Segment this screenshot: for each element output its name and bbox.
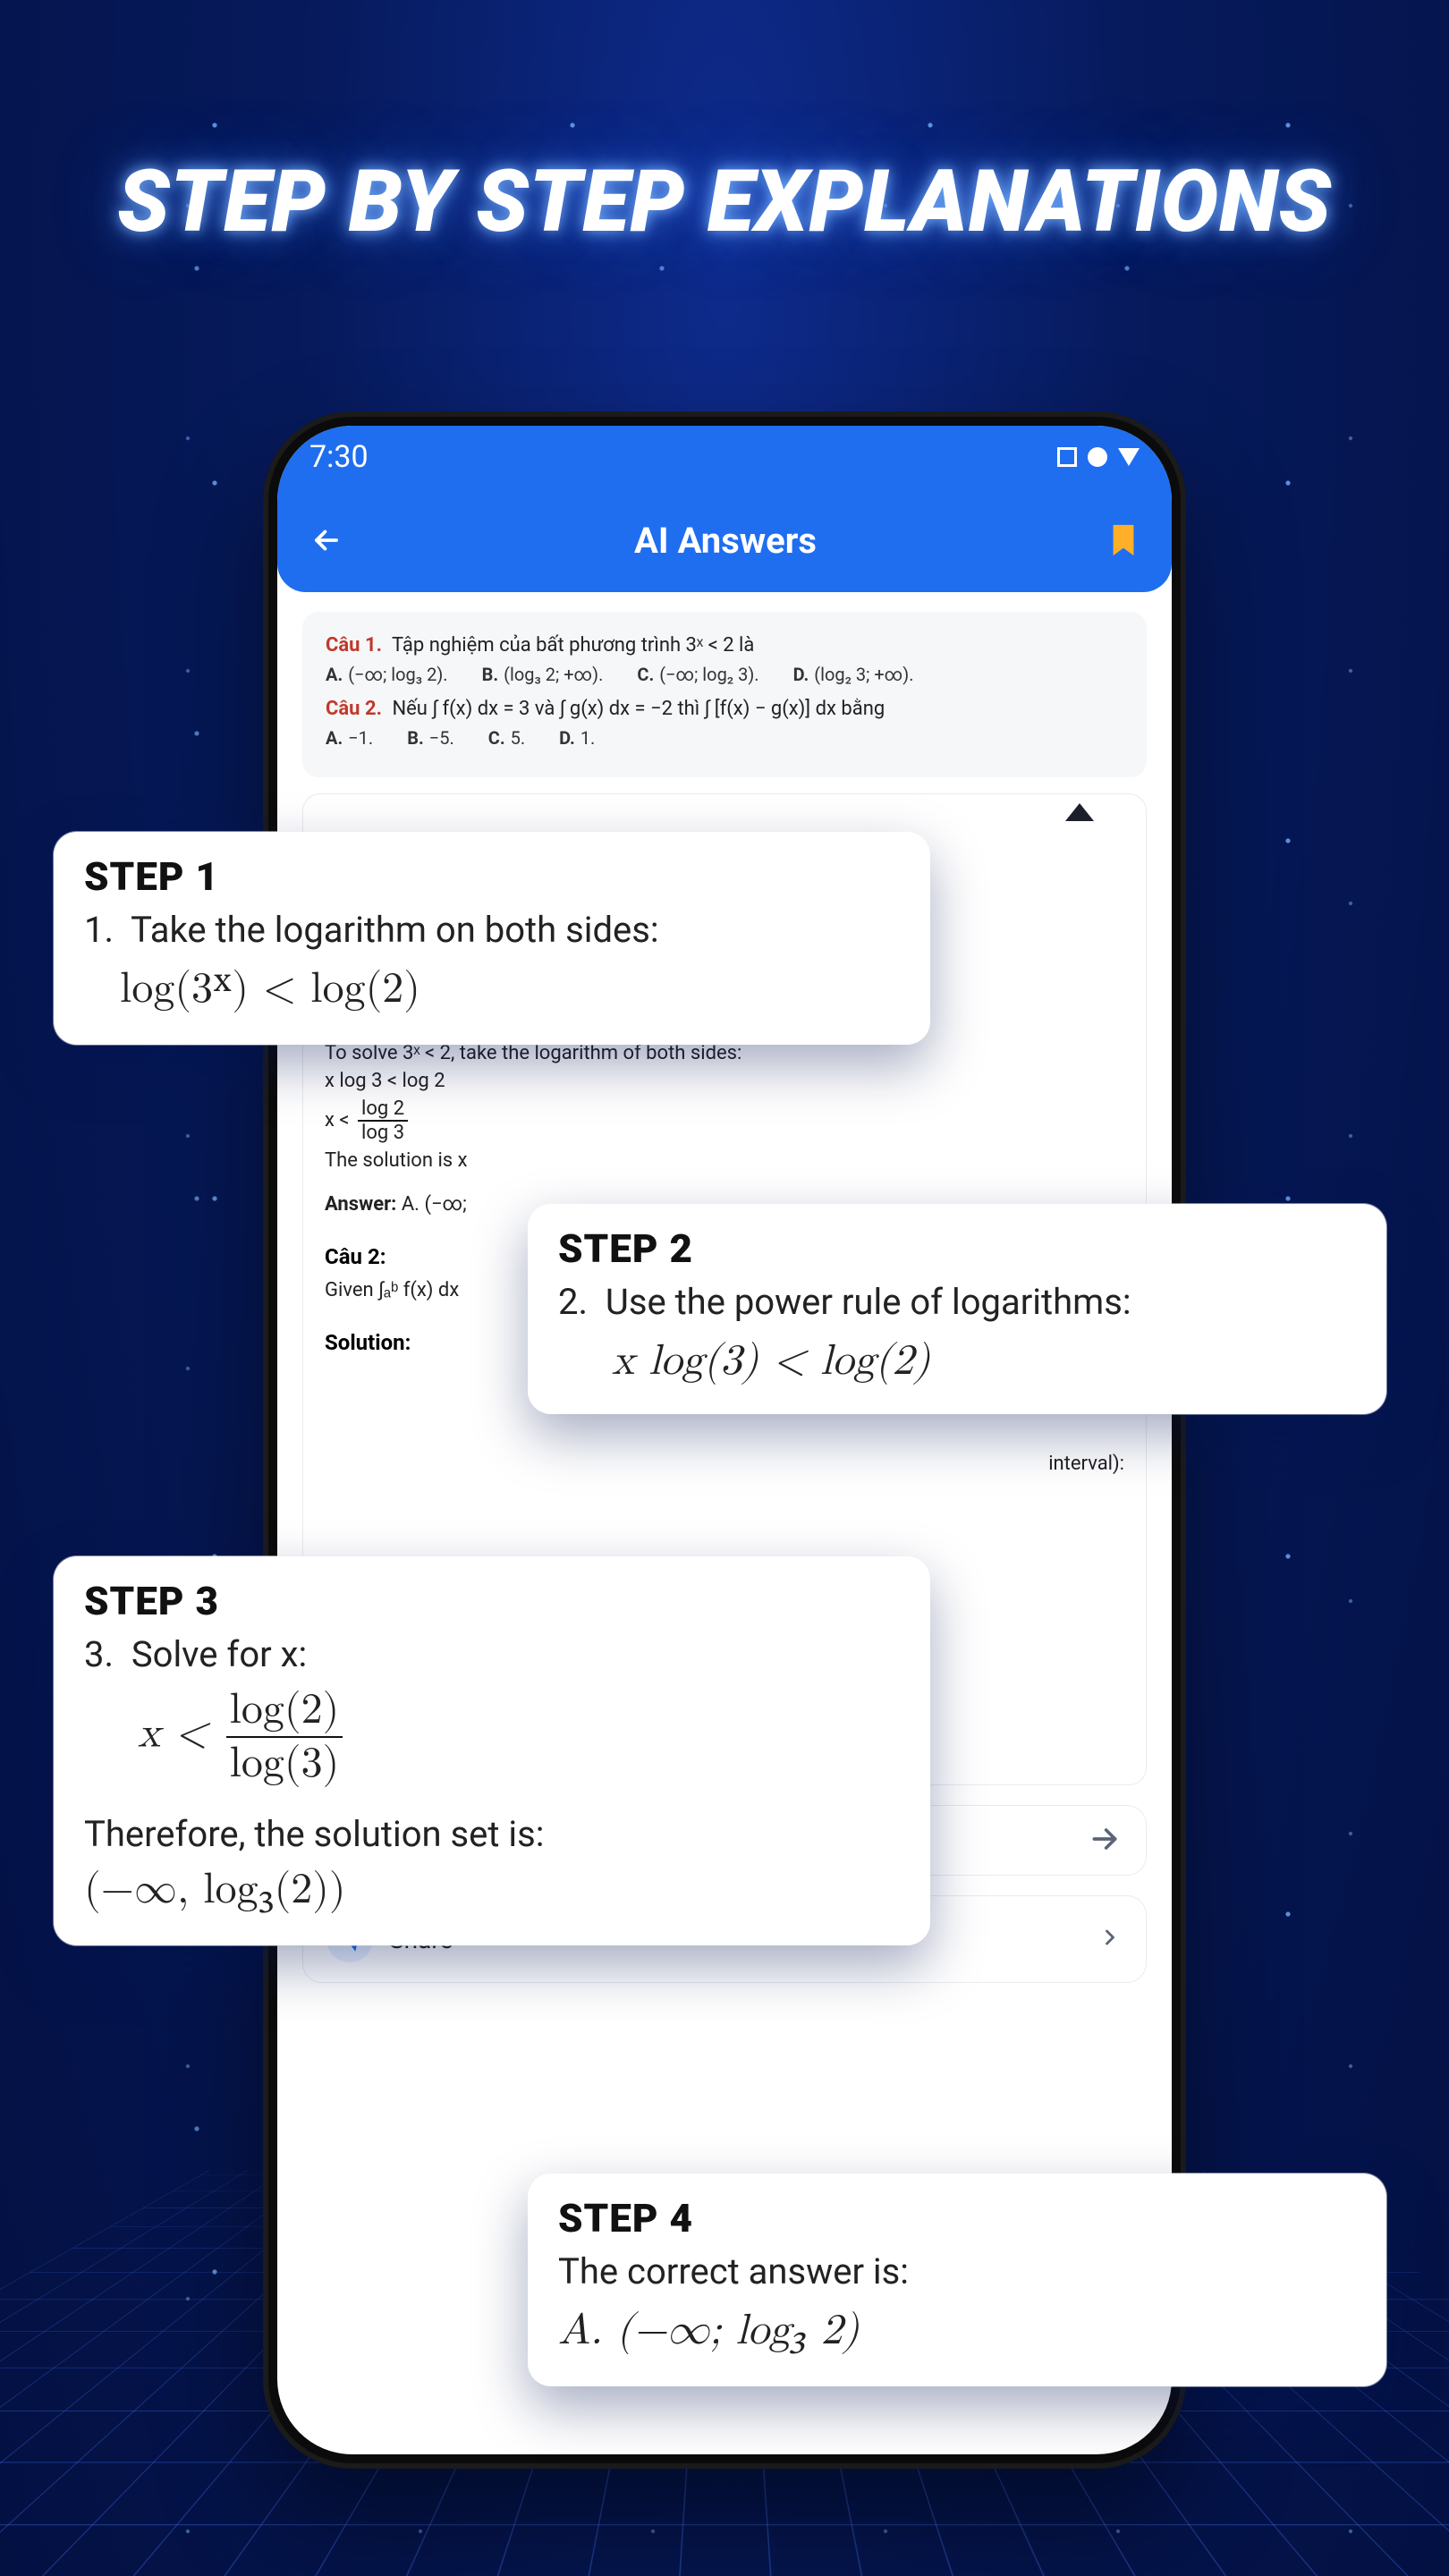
q1-opt-c: C.(−∞; log₂ 3). — [637, 664, 758, 685]
question-2-options: A.−1. B.−5. C.5. D.1. — [326, 727, 1123, 749]
q1-opt-a-text: (−∞; log₃ 2). — [348, 664, 447, 685]
q2-opt-c: C.5. — [488, 727, 525, 749]
sol-frac-bot: log 3 — [358, 1122, 408, 1144]
step-2-title: STEP 2 — [558, 1225, 1356, 1272]
step-2-num: 2. — [558, 1281, 588, 1323]
fraction-icon: log(2) log(3) — [223, 1684, 347, 1790]
q2-opt-a: A.−1. — [326, 727, 373, 749]
phone-screen: 7:30 AI Answers Câu 1. Tập nghiệm — [277, 426, 1172, 2454]
sol-line-4: The solution is x — [325, 1149, 1124, 1172]
sol-line-3: x < log 2 log 3 — [325, 1097, 1124, 1144]
q2-opt-d: D.1. — [559, 727, 595, 749]
q2-opt-b-text: −5. — [429, 727, 454, 749]
phone-mockup: 7:30 AI Answers Câu 1. Tập nghiệm — [263, 411, 1186, 2469]
home-icon — [1088, 447, 1107, 467]
q2-opt-a-text: −1. — [348, 727, 373, 749]
step-card-2: STEP 2 2. Use the power rule of logarith… — [528, 1204, 1386, 1414]
sol-q2-note: interval): — [325, 1453, 1124, 1475]
step-card-1: STEP 1 1. Take the logarithm on both sid… — [54, 832, 930, 1045]
step-card-3: STEP 3 3. Solve for x: x < log(2) log(3)… — [54, 1556, 930, 1945]
sol-answer-value: A. (−∞; — [402, 1193, 467, 1216]
status-icons — [1057, 447, 1140, 467]
step-3-title: STEP 3 — [84, 1578, 900, 1624]
q1-opt-b: B.(log₃ 2; +∞). — [482, 664, 604, 685]
question-2-text: Nếu ∫ f(x) dx = 3 và ∫ g(x) dx = −2 thì … — [392, 698, 885, 720]
q2-opt-b: B.−5. — [407, 727, 454, 749]
app-bar: AI Answers — [277, 488, 1172, 592]
step-3-frac-bot: log(3) — [226, 1738, 343, 1790]
step-3-result: (−∞, log₃(2)) — [84, 1864, 900, 1919]
q1-opt-d-text: (log₂ 3; +∞). — [814, 664, 913, 685]
sol-line-3-prefix: x < — [325, 1109, 354, 1131]
recent-apps-icon — [1057, 447, 1077, 467]
bookmark-icon — [1107, 522, 1140, 558]
page-headline: STEP BY STEP EXPLANATIONS — [0, 152, 1449, 252]
bookmark-button[interactable] — [1107, 522, 1140, 558]
sol-answer-label: Answer: — [325, 1193, 396, 1216]
collapse-icon[interactable] — [1065, 803, 1094, 821]
sol-frac-top: log 2 — [358, 1097, 408, 1122]
status-bar: 7:30 — [277, 426, 1172, 488]
step-4-text: The correct answer is: — [558, 2250, 909, 2292]
question-2-label: Câu 2. — [326, 698, 382, 720]
step-card-4: STEP 4 The correct answer is: A. (−∞; lo… — [528, 2174, 1386, 2386]
q1-opt-d: D.(log₂ 3; +∞). — [793, 664, 914, 685]
step-1-num: 1. — [84, 909, 114, 951]
q2-opt-d-text: 1. — [580, 727, 596, 749]
question-card: Câu 1. Tập nghiệm của bất phương trình 3… — [302, 612, 1147, 777]
q1-opt-b-text: (log₃ 2; +∞). — [504, 664, 603, 685]
step-2-text: Use the power rule of logarithms: — [606, 1281, 1131, 1323]
arrow-right-icon — [1087, 1821, 1123, 1860]
question-1-options: A.(−∞; log₃ 2). B.(log₃ 2; +∞). C.(−∞; l… — [326, 664, 1123, 685]
step-3-frac: x < log(2) log(3) — [84, 1684, 900, 1790]
status-time: 7:30 — [309, 439, 369, 475]
step-1-math: log(3ˣ) < log(2) — [84, 963, 900, 1018]
sol-line-2: x log 3 < log 2 — [325, 1070, 1124, 1092]
question-2: Câu 2. Nếu ∫ f(x) dx = 3 và ∫ g(x) dx = … — [326, 698, 1123, 720]
step-1-title: STEP 1 — [84, 853, 900, 900]
step-4-title: STEP 4 — [558, 2195, 1356, 2241]
question-1-text: Tập nghiệm của bất phương trình 3ˣ < 2 l… — [392, 634, 754, 657]
step-3-text: Solve for x: — [131, 1633, 307, 1675]
step-2-math: x log(3) < log(2) — [558, 1335, 1356, 1387]
step-3-num: 3. — [84, 1633, 114, 1675]
back-nav-icon — [1118, 448, 1140, 466]
question-1-label: Câu 1. — [326, 634, 382, 657]
question-1: Câu 1. Tập nghiệm của bất phương trình 3… — [326, 633, 1123, 657]
step-3-frac-prefix: x < — [138, 1712, 223, 1755]
q2-opt-c-text: 5. — [511, 727, 526, 749]
appbar-title: AI Answers — [343, 520, 1107, 562]
arrow-left-icon — [309, 523, 343, 557]
step-3-line-2: Therefore, the solution set is: — [84, 1813, 900, 1855]
back-button[interactable] — [309, 523, 343, 557]
q1-opt-c-text: (−∞; log₂ 3). — [659, 664, 758, 685]
q1-opt-a: A.(−∞; log₃ 2). — [326, 664, 448, 685]
step-4-math: A. (−∞; log₃ 2) — [558, 2305, 1356, 2360]
chevron-right-icon — [1097, 1925, 1123, 1953]
step-1-text: Take the logarithm on both sides: — [131, 909, 658, 951]
fraction-icon: log 2 log 3 — [354, 1097, 411, 1144]
step-3-frac-top: log(2) — [226, 1684, 343, 1738]
